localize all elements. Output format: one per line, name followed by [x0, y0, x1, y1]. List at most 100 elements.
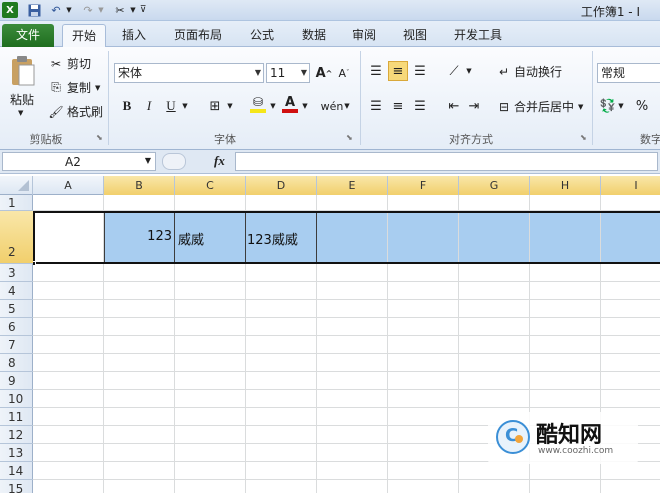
- paste-icon[interactable]: [8, 53, 38, 89]
- column-header-f[interactable]: F: [388, 176, 459, 195]
- copy-button[interactable]: ⎘ 复制 ▼: [48, 79, 100, 96]
- tab-home[interactable]: 开始: [62, 24, 106, 47]
- underline-button[interactable]: U: [161, 96, 181, 116]
- font-launcher-icon[interactable]: ⬊: [346, 133, 353, 142]
- column-header-d[interactable]: D: [246, 176, 317, 195]
- formula-bar-resize-handle[interactable]: [162, 153, 186, 170]
- insert-function-icon[interactable]: fx: [214, 153, 225, 169]
- merge-dropdown-icon[interactable]: ▼: [578, 103, 583, 111]
- font-color-icon[interactable]: A: [280, 94, 300, 114]
- column-header-a[interactable]: A: [33, 176, 104, 195]
- bold-button[interactable]: B: [117, 96, 137, 116]
- row-header-8[interactable]: 8: [0, 354, 33, 372]
- tab-developer[interactable]: 开发工具: [446, 24, 510, 47]
- copy-dropdown-icon[interactable]: ▼: [95, 84, 100, 92]
- tab-data[interactable]: 数据: [292, 24, 336, 47]
- cut-button[interactable]: ✂ 剪切: [48, 55, 91, 72]
- save-icon[interactable]: [26, 2, 42, 18]
- row-header-10[interactable]: 10: [0, 390, 33, 408]
- ribbon-home: 粘贴 ▼ ✂ 剪切 ⎘ 复制 ▼ 🖌 格式刷 剪贴板 ⬊ 宋体 ▼ 11 ▼ A ^ …: [0, 47, 660, 150]
- gridline: [33, 335, 660, 336]
- font-size-combo[interactable]: 11 ▼: [266, 63, 310, 83]
- column-header-b[interactable]: B: [104, 176, 175, 195]
- phonetic-guide-icon[interactable]: wén: [321, 96, 344, 116]
- undo-icon[interactable]: ↶: [48, 2, 64, 18]
- row-header-1[interactable]: 1: [0, 195, 33, 211]
- row-header-2[interactable]: 2: [0, 211, 33, 264]
- number-format-combo[interactable]: 常规: [597, 63, 660, 83]
- column-header-c[interactable]: C: [175, 176, 246, 195]
- grow-font-icon[interactable]: A ^: [314, 63, 334, 83]
- tab-view[interactable]: 视图: [393, 24, 437, 47]
- row-header-3[interactable]: 3: [0, 264, 33, 282]
- row-header-12[interactable]: 12: [0, 426, 33, 444]
- merge-center-button[interactable]: ⊟ 合并后居中 ▼: [496, 98, 583, 115]
- tab-formulas[interactable]: 公式: [240, 24, 284, 47]
- underline-dropdown-icon[interactable]: ▼: [180, 96, 190, 116]
- group-divider: [108, 51, 109, 145]
- row-header-11[interactable]: 11: [0, 408, 33, 426]
- row-header-14[interactable]: 14: [0, 462, 33, 480]
- font-color-dropdown-icon[interactable]: ▼: [300, 96, 310, 116]
- row-header-9[interactable]: 9: [0, 372, 33, 390]
- cell-b2[interactable]: 123: [104, 229, 172, 244]
- column-header-i[interactable]: I: [601, 176, 660, 195]
- name-box[interactable]: A2 ▼: [2, 152, 156, 171]
- row-header-15[interactable]: 15: [0, 480, 33, 496]
- tab-page-layout[interactable]: 页面布局: [166, 24, 230, 47]
- wrap-text-button[interactable]: ↵ 自动换行: [496, 63, 562, 80]
- border-dropdown-icon[interactable]: ▼: [225, 96, 235, 116]
- column-header-h[interactable]: H: [530, 176, 601, 195]
- paste-button[interactable]: 粘贴: [10, 91, 34, 108]
- text-orientation-icon[interactable]: ⟋: [444, 61, 464, 81]
- redo-icon[interactable]: ↷: [80, 2, 96, 18]
- fill-handle[interactable]: [33, 261, 36, 266]
- percent-button[interactable]: %: [632, 96, 652, 116]
- quick-access-customize-icon[interactable]: ⊽: [138, 2, 148, 18]
- clipboard-launcher-icon[interactable]: ⬊: [96, 133, 103, 142]
- align-bottom-icon[interactable]: ☰: [410, 61, 430, 81]
- row-header-6[interactable]: 6: [0, 318, 33, 336]
- title-bar: X ↶ ▼ ↷ ▼ ✂ ▼ ⊽ 工作簿1 - I: [0, 0, 660, 21]
- row-header-4[interactable]: 4: [0, 282, 33, 300]
- align-top-icon[interactable]: ☰: [366, 61, 386, 81]
- row-header-7[interactable]: 7: [0, 336, 33, 354]
- undo-dropdown-icon[interactable]: ▼: [64, 2, 74, 18]
- currency-dropdown-icon[interactable]: ▼: [616, 96, 626, 116]
- font-name-combo[interactable]: 宋体 ▼: [114, 63, 264, 83]
- column-header-e[interactable]: E: [317, 176, 388, 195]
- row-header-13[interactable]: 13: [0, 444, 33, 462]
- alignment-launcher-icon[interactable]: ⬊: [580, 133, 587, 142]
- cell-c2[interactable]: 威威: [178, 229, 244, 248]
- tool-dropdown-icon[interactable]: ▼: [128, 2, 138, 18]
- formula-input[interactable]: [235, 152, 658, 171]
- tab-file[interactable]: 文件: [2, 24, 54, 47]
- cell-d2[interactable]: 123威威: [247, 229, 315, 248]
- align-center-icon[interactable]: ≡: [388, 96, 408, 116]
- column-header-g[interactable]: G: [459, 176, 530, 195]
- paste-dropdown-icon[interactable]: ▼: [18, 109, 23, 117]
- scissors-icon: ✂: [50, 56, 62, 71]
- tab-review[interactable]: 审阅: [342, 24, 386, 47]
- decrease-indent-icon[interactable]: ⇤: [444, 96, 464, 116]
- customize-tool-icon[interactable]: ✂: [112, 2, 128, 18]
- align-middle-icon[interactable]: ≡: [388, 61, 408, 81]
- currency-icon[interactable]: 💱: [598, 96, 618, 116]
- border-icon[interactable]: ⊞: [205, 96, 225, 116]
- increase-indent-icon[interactable]: ⇥: [464, 96, 484, 116]
- format-painter-button[interactable]: 🖌 格式刷: [48, 103, 103, 120]
- fill-color-dropdown-icon[interactable]: ▼: [268, 96, 278, 116]
- italic-button[interactable]: I: [139, 96, 159, 116]
- orientation-dropdown-icon[interactable]: ▼: [464, 61, 474, 81]
- select-all-corner[interactable]: [0, 176, 33, 195]
- shrink-font-icon[interactable]: Aˇ: [334, 63, 354, 83]
- redo-dropdown-icon[interactable]: ▼: [96, 2, 106, 18]
- chevron-down-icon[interactable]: ▼: [145, 156, 151, 165]
- align-right-icon[interactable]: ☰: [410, 96, 430, 116]
- fill-color-icon[interactable]: ⛁: [248, 94, 268, 114]
- phonetic-dropdown-icon[interactable]: ▼: [342, 96, 352, 116]
- column-headers: A B C D E F G H I: [0, 176, 660, 195]
- tab-insert[interactable]: 插入: [112, 24, 156, 47]
- row-header-5[interactable]: 5: [0, 300, 33, 318]
- align-left-icon[interactable]: ☰: [366, 96, 386, 116]
